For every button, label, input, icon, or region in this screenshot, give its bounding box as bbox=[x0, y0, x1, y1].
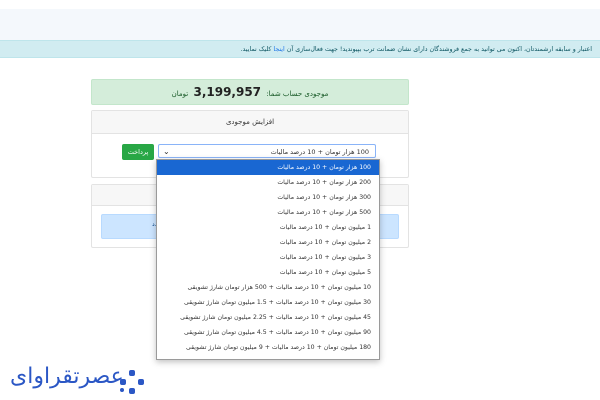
dropdown-option[interactable]: 2 میلیون تومان + 10 درصد مالیات bbox=[157, 235, 379, 250]
pay-button[interactable]: پرداخت bbox=[122, 144, 154, 160]
notice-suffix: کلیک نمایید. bbox=[240, 46, 272, 53]
dropdown-option[interactable]: 300 هزار تومان + 10 درصد مالیات bbox=[157, 190, 379, 205]
notice-link[interactable]: اینجا bbox=[273, 46, 284, 53]
dropdown-option[interactable]: 100 هزار تومان + 10 درصد مالیات bbox=[157, 160, 379, 175]
balance-alert: موجودی حساب شما: 3,199,957 تومان bbox=[91, 79, 409, 105]
brand-logo-text: عصرتقراوای bbox=[10, 364, 124, 389]
dropdown-option[interactable]: 90 میلیون تومان + 10 درصد مالیات + 4.5 م… bbox=[157, 325, 379, 340]
amount-select[interactable]: 100 هزار تومان + 10 درصد مالیات ⌄ bbox=[158, 144, 376, 158]
dropdown-option[interactable]: 500 هزار تومان + 10 درصد مالیات bbox=[157, 205, 379, 220]
dropdown-option[interactable]: 30 میلیون تومان + 10 درصد مالیات + 1.5 م… bbox=[157, 295, 379, 310]
notice-text: اعتبار و سابقه ارشمندتان، اکنون می توانی… bbox=[286, 46, 592, 53]
dropdown-option[interactable]: 45 میلیون تومان + 10 درصد مالیات + 2.25 … bbox=[157, 310, 379, 325]
balance-label: موجودی حساب شما: bbox=[266, 90, 329, 98]
dropdown-option[interactable]: 1 میلیون تومان + 10 درصد مالیات bbox=[157, 220, 379, 235]
dropdown-option[interactable]: 3 میلیون تومان + 10 درصد مالیات bbox=[157, 250, 379, 265]
amount-dropdown-list: 100 هزار تومان + 10 درصد مالیات 200 هزار… bbox=[156, 159, 380, 360]
balance-currency: تومان bbox=[171, 90, 189, 98]
dropdown-option[interactable]: 5 میلیون تومان + 10 درصد مالیات bbox=[157, 265, 379, 280]
brand-logo: عصرتقراوای bbox=[2, 360, 152, 400]
header-strip bbox=[0, 0, 600, 9]
balance-amount: 3,199,957 bbox=[193, 85, 262, 99]
chevron-down-icon: ⌄ bbox=[163, 147, 170, 156]
notice-banner: اعتبار و سابقه ارشمندتان، اکنون می توانی… bbox=[0, 40, 600, 58]
dropdown-option[interactable]: 180 میلیون تومان + 10 درصد مالیات + 9 می… bbox=[157, 340, 379, 355]
amount-select-value: 100 هزار تومان + 10 درصد مالیات bbox=[270, 148, 369, 156]
top-header bbox=[0, 0, 600, 41]
dropdown-option[interactable]: 10 میلیون تومان + 10 درصد مالیات + 500 ه… bbox=[157, 280, 379, 295]
logo-mark-icon bbox=[120, 370, 144, 394]
charge-card-title: افزایش موجودی bbox=[92, 111, 408, 134]
dropdown-option[interactable]: 200 هزار تومان + 10 درصد مالیات bbox=[157, 175, 379, 190]
